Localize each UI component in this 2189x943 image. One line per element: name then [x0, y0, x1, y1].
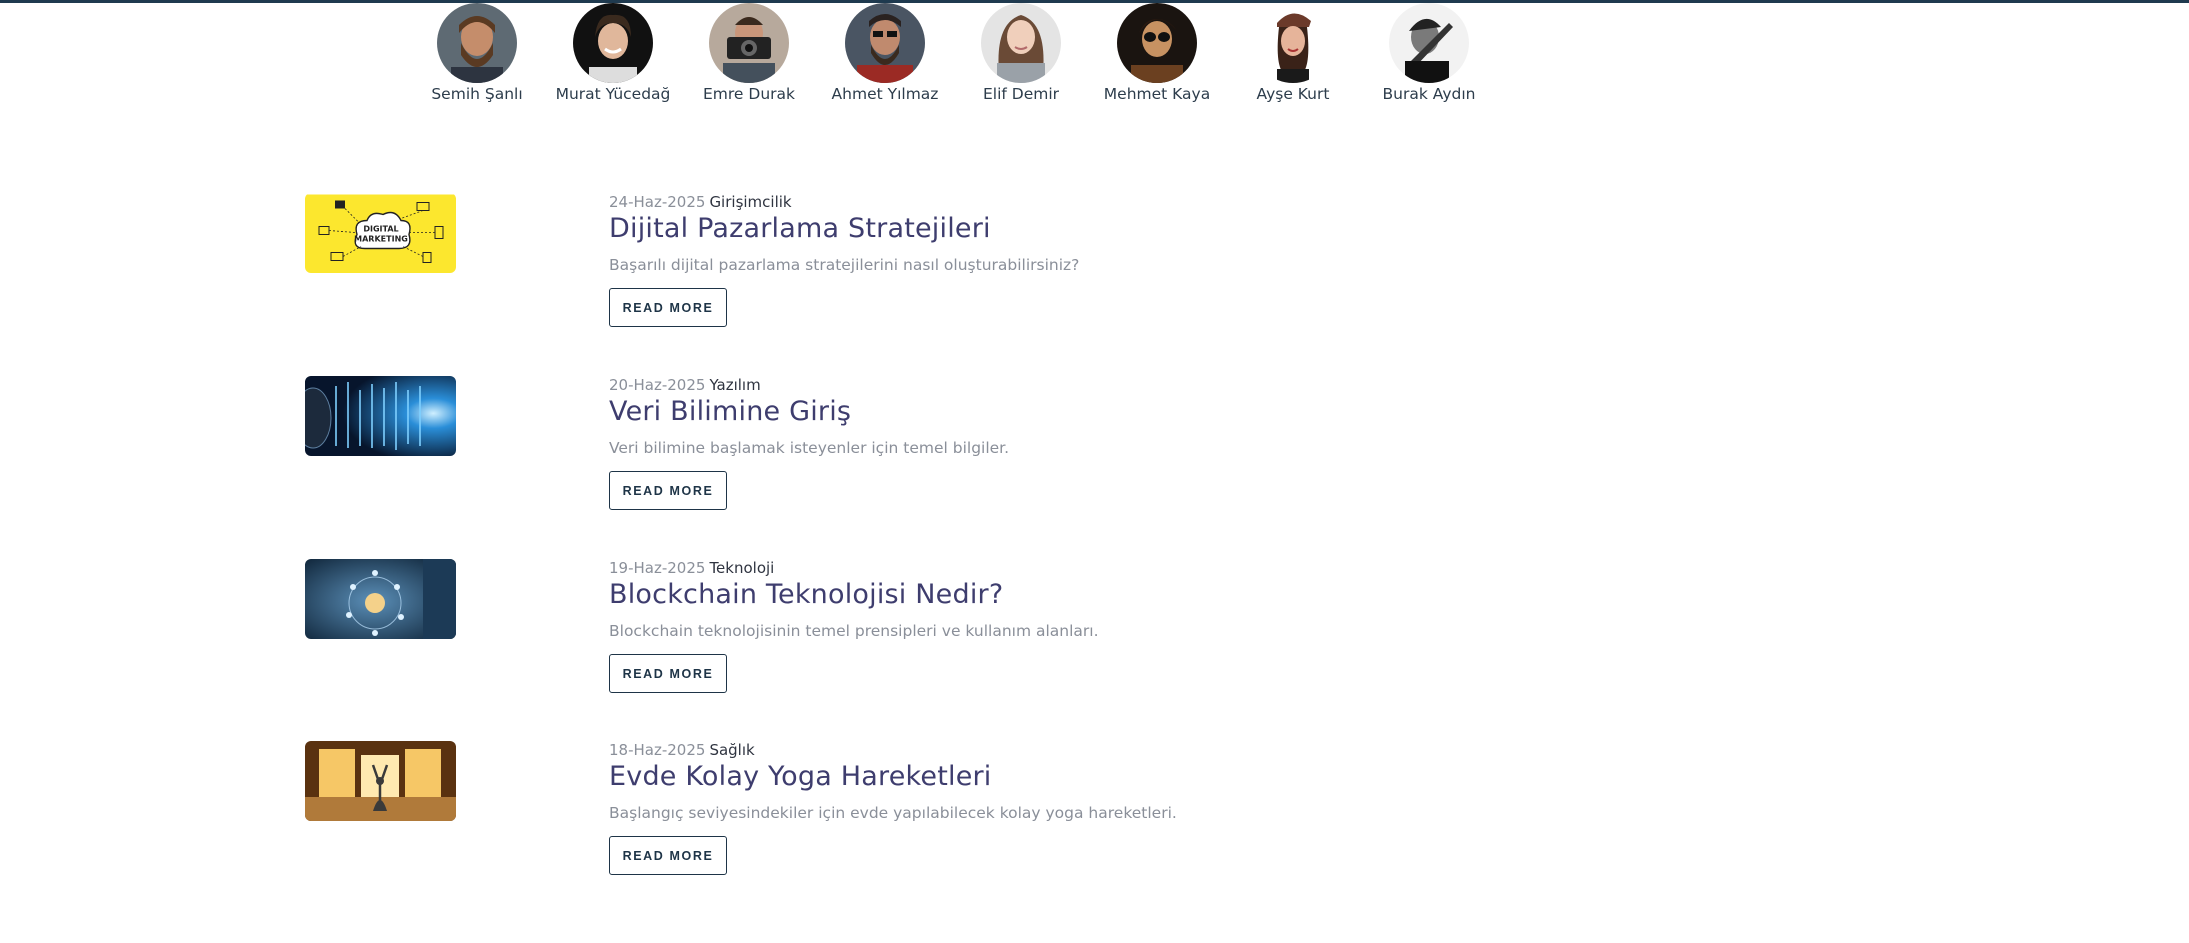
post-meta: 18-Haz-2025 Sağlık: [609, 741, 755, 759]
author-name[interactable]: Ayşe Kurt: [1225, 85, 1361, 103]
avatar[interactable]: [573, 3, 653, 83]
post-meta: 24-Haz-2025 Girişimcilik: [609, 193, 792, 211]
read-more-button[interactable]: READ MORE: [609, 654, 727, 693]
avatar[interactable]: [437, 3, 517, 83]
post-date: 20-Haz-2025: [609, 376, 706, 394]
author-strip: Semih Şanlı Murat Yücedağ Emre Durak Ahm…: [0, 3, 2189, 113]
author-name[interactable]: Semih Şanlı: [409, 85, 545, 103]
avatar[interactable]: [845, 3, 925, 83]
author-name[interactable]: Elif Demir: [953, 85, 1089, 103]
author-item[interactable]: Emre Durak: [681, 3, 817, 103]
read-more-button[interactable]: READ MORE: [609, 288, 727, 327]
post-item: 20-Haz-2025 Yazılım Veri Bilimine Giriş V…: [305, 376, 1305, 536]
read-more-button[interactable]: READ MORE: [609, 836, 727, 875]
author-item[interactable]: Murat Yücedağ: [545, 3, 681, 103]
post-title[interactable]: Dijital Pazarlama Stratejileri: [609, 213, 991, 244]
post-title[interactable]: Blockchain Teknolojisi Nedir?: [609, 579, 1003, 610]
post-meta: 19-Haz-2025 Teknoloji: [609, 559, 774, 577]
post-item: DIGITAL MARKETING 24-Haz-2025 Girişimcili…: [305, 193, 1305, 353]
post-thumbnail[interactable]: [305, 741, 456, 821]
author-item[interactable]: Ahmet Yılmaz: [817, 3, 953, 103]
avatar[interactable]: [1253, 3, 1333, 83]
post-thumbnail[interactable]: [305, 376, 456, 456]
thumb-text: MARKETING: [354, 235, 408, 244]
author-item[interactable]: Burak Aydın: [1361, 3, 1497, 103]
author-item[interactable]: Semih Şanlı: [409, 3, 545, 103]
author-item[interactable]: Mehmet Kaya: [1089, 3, 1225, 103]
author-name[interactable]: Mehmet Kaya: [1089, 85, 1225, 103]
post-excerpt: Blockchain teknolojisinin temel prensipl…: [609, 622, 1099, 640]
post-category[interactable]: Yazılım: [709, 376, 760, 394]
author-item[interactable]: Elif Demir: [953, 3, 1089, 103]
author-name[interactable]: Ahmet Yılmaz: [817, 85, 953, 103]
post-item: 19-Haz-2025 Teknoloji Blockchain Teknoloj…: [305, 559, 1305, 719]
post-date: 19-Haz-2025: [609, 559, 706, 577]
post-thumbnail[interactable]: [305, 559, 456, 639]
post-category[interactable]: Sağlık: [709, 741, 754, 759]
post-category[interactable]: Girişimcilik: [709, 193, 791, 211]
post-category[interactable]: Teknoloji: [709, 559, 774, 577]
post-title[interactable]: Veri Bilimine Giriş: [609, 396, 851, 427]
post-title[interactable]: Evde Kolay Yoga Hareketleri: [609, 761, 992, 792]
post-item: 18-Haz-2025 Sağlık Evde Kolay Yoga Hareke…: [305, 741, 1305, 901]
post-date: 24-Haz-2025: [609, 193, 706, 211]
author-name[interactable]: Burak Aydın: [1361, 85, 1497, 103]
author-item[interactable]: Ayşe Kurt: [1225, 3, 1361, 103]
author-name[interactable]: Emre Durak: [681, 85, 817, 103]
read-more-button[interactable]: READ MORE: [609, 471, 727, 510]
post-excerpt: Başarılı dijital pazarlama stratejilerin…: [609, 256, 1080, 274]
post-meta: 20-Haz-2025 Yazılım: [609, 376, 761, 394]
thumb-text: DIGITAL: [363, 225, 398, 234]
avatar[interactable]: [1117, 3, 1197, 83]
post-thumbnail[interactable]: DIGITAL MARKETING: [305, 193, 456, 273]
post-date: 18-Haz-2025: [609, 741, 706, 759]
avatar[interactable]: [981, 3, 1061, 83]
post-excerpt: Başlangıç seviyesindekiler için evde yap…: [609, 804, 1177, 822]
author-name[interactable]: Murat Yücedağ: [545, 85, 681, 103]
avatar[interactable]: [709, 3, 789, 83]
avatar[interactable]: [1389, 3, 1469, 83]
post-excerpt: Veri bilimine başlamak isteyenler için t…: [609, 439, 1010, 457]
